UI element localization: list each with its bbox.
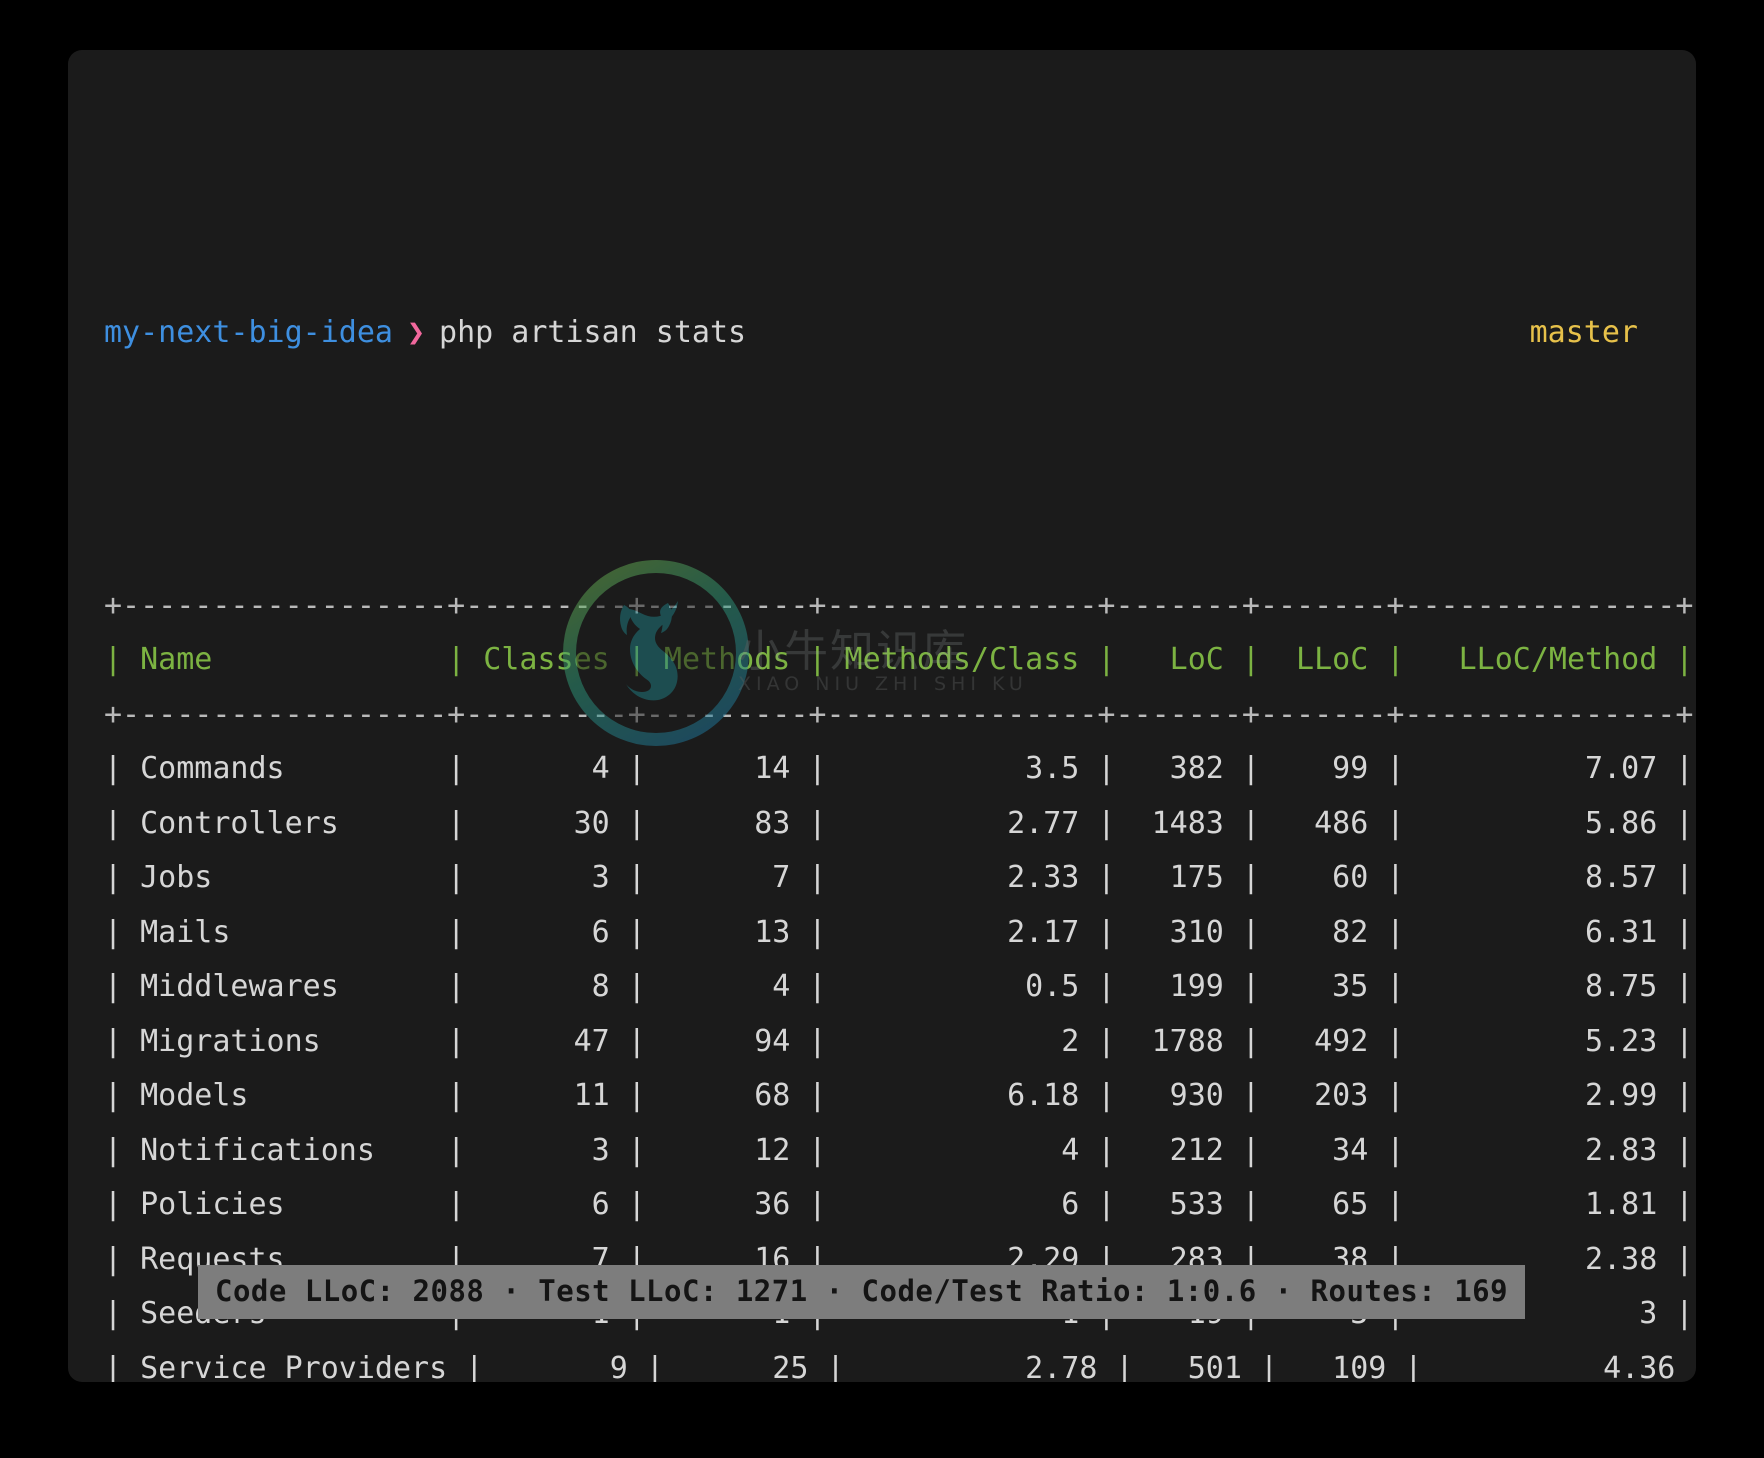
table-header-row: | Name | Classes | Methods | Methods/Cla…	[104, 642, 1694, 677]
terminal-window: my-next-big-idea ❯ php artisan stats mas…	[68, 50, 1696, 1382]
table-row: | Jobs | 3 | 7 | 2.33 | 175 | 60 | 8.57 …	[104, 860, 1694, 895]
table-row: | Policies | 6 | 36 | 6 | 533 | 65 | 1.8…	[104, 1187, 1694, 1222]
git-branch-label: master	[1529, 315, 1638, 350]
table-row: | Controllers | 30 | 83 | 2.77 | 1483 | …	[104, 805, 1694, 841]
table-row: | Service Providers | 9 | 25 | 2.78 | 50…	[104, 1350, 1696, 1383]
table-header-rule: +------------------+---------+---------+…	[104, 696, 1694, 732]
top-prompt-line: my-next-big-idea ❯ php artisan stats mas…	[68, 306, 1696, 361]
table-row: | Notifications | 3 | 12 | 4 | 212 | 34 …	[104, 1132, 1694, 1168]
table-row: | Commands | 4 | 14 | 3.5 | 382 | 99 | 7…	[104, 751, 1694, 786]
table-row: | Migrations | 47 | 94 | 2 | 1788 | 492 …	[104, 1023, 1694, 1059]
prompt-chevron-icon: ❯	[406, 315, 426, 350]
status-bar: Code LLoC: 2088 · Test LLoC: 1271 · Code…	[198, 1265, 1526, 1319]
command-text: php artisan stats	[439, 315, 747, 350]
table-row: | Mails | 6 | 13 | 2.17 | 310 | 82 | 6.3…	[104, 914, 1694, 950]
table-row: | Middlewares | 8 | 4 | 0.5 | 199 | 35 |…	[104, 969, 1694, 1004]
stats-table: +------------------+---------+---------+…	[68, 579, 1696, 1383]
table-row: | Models | 11 | 68 | 6.18 | 930 | 203 | …	[104, 1078, 1694, 1113]
table-top-rule: +------------------+---------+---------+…	[104, 587, 1694, 623]
prompt-host: my-next-big-idea	[104, 315, 393, 350]
screen: my-next-big-idea ❯ php artisan stats mas…	[0, 0, 1764, 1458]
terminal-content: my-next-big-idea ❯ php artisan stats mas…	[68, 50, 1696, 1382]
